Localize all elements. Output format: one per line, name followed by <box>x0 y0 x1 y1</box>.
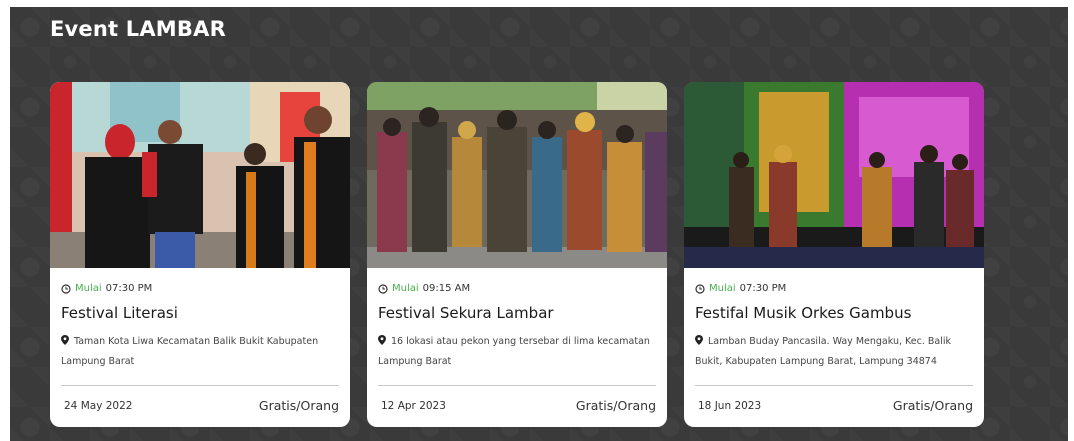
clock-icon <box>695 283 705 294</box>
event-price: Gratis/Orang <box>258 398 339 413</box>
event-photo <box>50 82 350 268</box>
location-text: Lamban Buday Pancasila. Way Mengaku, Kec… <box>695 336 951 367</box>
start-label: Mulai <box>392 283 419 294</box>
start-time: 07:30 PM <box>105 283 153 294</box>
event-price: Gratis/Orang <box>892 398 973 413</box>
clock-icon <box>378 283 388 294</box>
event-title[interactable]: Festifal Musik Orkes Gambus <box>695 304 911 322</box>
event-time: Mulai 07:30 PM <box>61 283 152 294</box>
event-photo <box>684 82 984 268</box>
location-text: Taman Kota Liwa Kecamatan Balik Bukit Ka… <box>61 336 319 367</box>
event-time: Mulai 09:15 AM <box>378 283 470 294</box>
event-date: 18 Jun 2023 <box>698 400 762 412</box>
event-card-festifal-musik-orkes-gambus[interactable]: Mulai 07:30 PM Festifal Musik Orkes Gamb… <box>684 82 984 427</box>
event-section: Event LAMBAR Mulai 07:30 PM Festival Lit… <box>10 7 1068 441</box>
event-date: 12 Apr 2023 <box>381 400 446 412</box>
start-label: Mulai <box>709 283 736 294</box>
event-photo <box>367 82 667 268</box>
location-text: 16 lokasi atau pekon yang tersebar di li… <box>378 336 650 367</box>
event-date: 24 May 2022 <box>64 400 133 412</box>
map-pin-icon <box>61 335 69 345</box>
event-title[interactable]: Festival Literasi <box>61 304 178 322</box>
divider <box>61 385 339 386</box>
map-pin-icon <box>695 335 703 345</box>
divider <box>378 385 656 386</box>
event-card-festival-sekura-lambar[interactable]: Mulai 09:15 AM Festival Sekura Lambar 16… <box>367 82 667 427</box>
event-location: Lamban Buday Pancasila. Way Mengaku, Kec… <box>695 332 977 372</box>
event-card-festival-literasi[interactable]: Mulai 07:30 PM Festival Literasi Taman K… <box>50 82 350 427</box>
event-time: Mulai 07:30 PM <box>695 283 786 294</box>
event-location: Taman Kota Liwa Kecamatan Balik Bukit Ka… <box>61 332 343 372</box>
map-pin-icon <box>378 335 386 345</box>
section-title: Event LAMBAR <box>50 17 226 41</box>
start-time: 07:30 PM <box>739 283 787 294</box>
start-label: Mulai <box>75 283 102 294</box>
event-location: 16 lokasi atau pekon yang tersebar di li… <box>378 332 660 372</box>
event-price: Gratis/Orang <box>575 398 656 413</box>
event-title[interactable]: Festival Sekura Lambar <box>378 304 554 322</box>
start-time: 09:15 AM <box>422 283 471 294</box>
divider <box>695 385 973 386</box>
clock-icon <box>61 283 71 294</box>
